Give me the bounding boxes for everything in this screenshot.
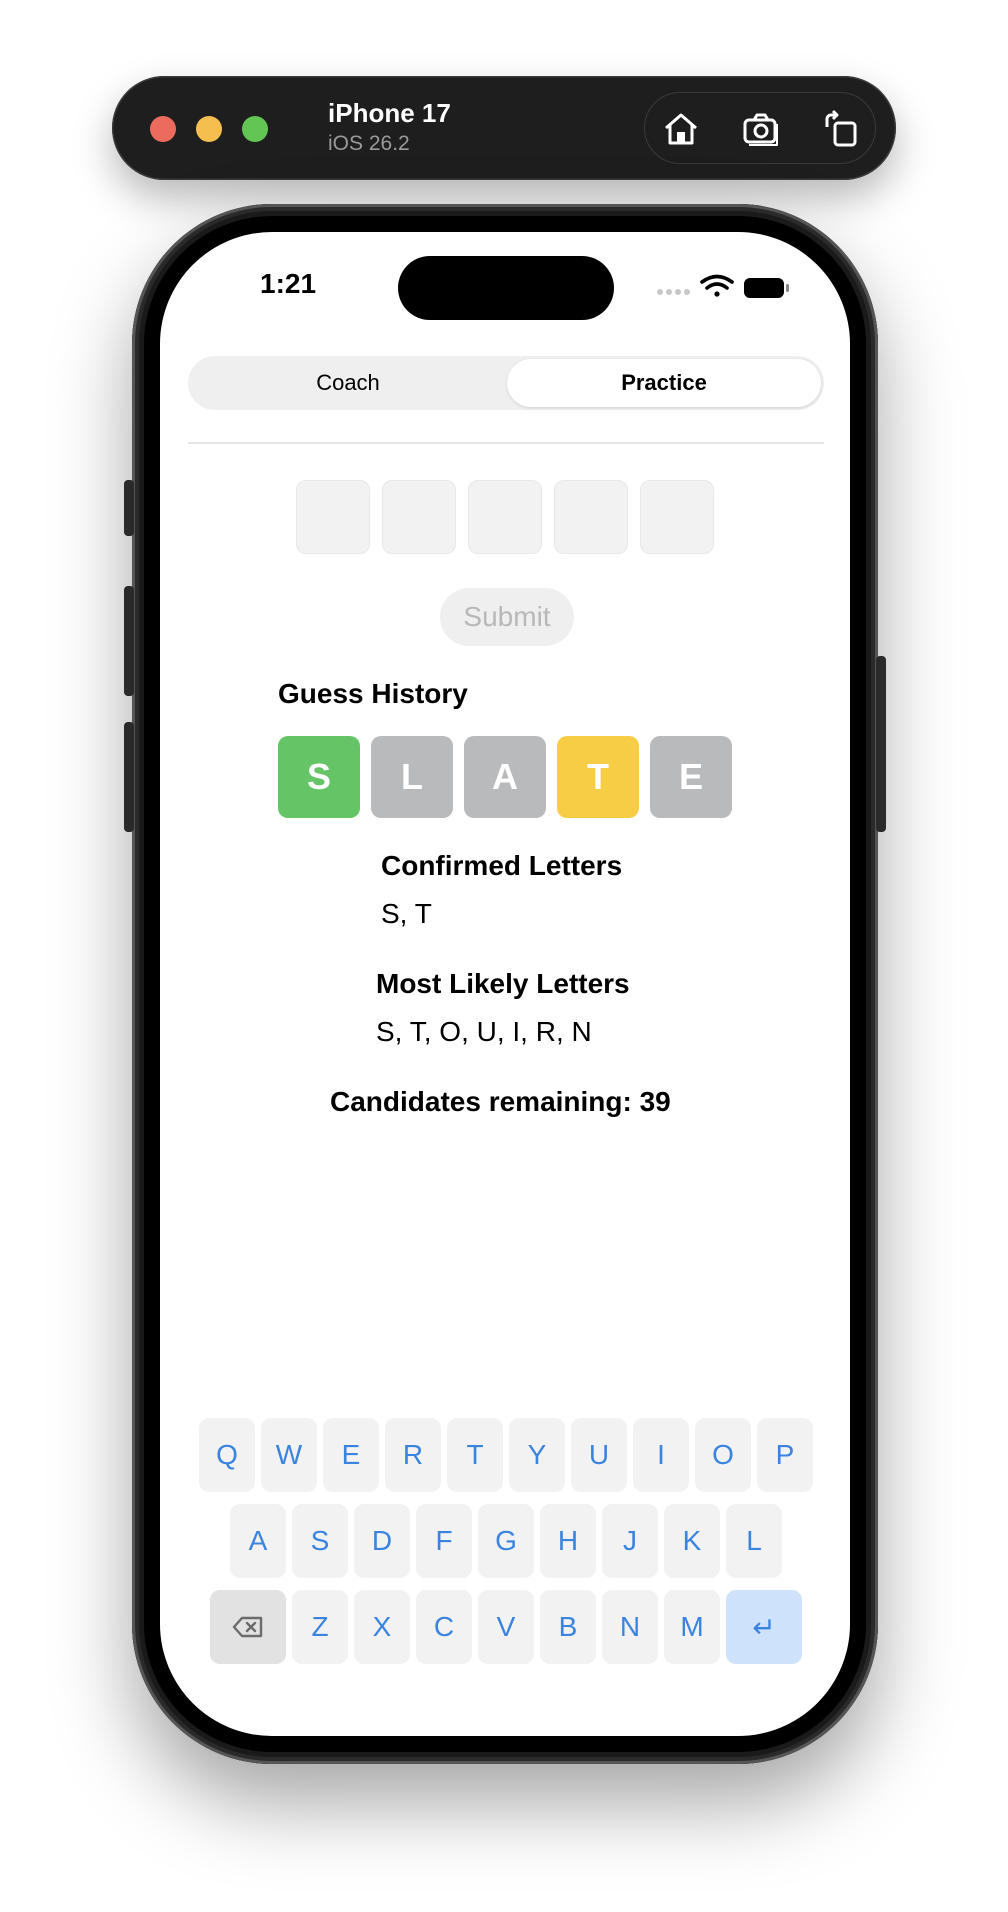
home-button[interactable] bbox=[659, 107, 703, 151]
guess-input-letter-4[interactable] bbox=[554, 480, 628, 554]
key-j[interactable]: J bbox=[602, 1504, 658, 1578]
rotate-icon bbox=[825, 109, 857, 147]
likely-letters-title: Most Likely Letters bbox=[376, 968, 630, 999]
key-t[interactable]: T bbox=[447, 1418, 503, 1492]
guess-input-letter-5[interactable] bbox=[640, 480, 714, 554]
confirmed-letters-value: S, T bbox=[381, 898, 432, 929]
minimize-window-button[interactable] bbox=[196, 116, 222, 142]
key-d[interactable]: D bbox=[354, 1504, 410, 1578]
close-window-button[interactable] bbox=[150, 116, 176, 142]
key-a[interactable]: A bbox=[230, 1504, 286, 1578]
signal-icon bbox=[657, 289, 690, 295]
history-tile: L bbox=[371, 736, 453, 818]
delete-left-icon bbox=[232, 1616, 263, 1638]
device-name: iPhone 17 bbox=[328, 98, 451, 128]
zoom-window-button[interactable] bbox=[242, 116, 268, 142]
key-g[interactable]: G bbox=[478, 1504, 534, 1578]
status-indicators bbox=[654, 272, 794, 302]
phone-screen: 1:21 Coach Practice Submit Guess History… bbox=[160, 232, 850, 1736]
tab-coach[interactable]: Coach bbox=[191, 359, 505, 407]
key-l[interactable]: L bbox=[726, 1504, 782, 1578]
simulator-stage: iPhone 17 iOS 26.2 1:21 Coach Practice S… bbox=[0, 0, 1008, 1912]
key-i[interactable]: I bbox=[633, 1418, 689, 1492]
simulator-tool-group bbox=[644, 92, 876, 164]
submit-button[interactable]: Submit bbox=[440, 588, 574, 646]
backspace-key[interactable] bbox=[210, 1590, 286, 1664]
key-f[interactable]: F bbox=[416, 1504, 472, 1578]
key-k[interactable]: K bbox=[664, 1504, 720, 1578]
camera-icon bbox=[743, 113, 778, 146]
key-h[interactable]: H bbox=[540, 1504, 596, 1578]
key-p[interactable]: P bbox=[757, 1418, 813, 1492]
guess-history-title: Guess History bbox=[278, 678, 468, 709]
key-o[interactable]: O bbox=[695, 1418, 751, 1492]
key-e[interactable]: E bbox=[323, 1418, 379, 1492]
volume-up-button bbox=[124, 586, 134, 696]
key-b[interactable]: B bbox=[540, 1590, 596, 1664]
status-time: 1:21 bbox=[260, 268, 317, 299]
action-button bbox=[124, 480, 134, 536]
history-tile: S bbox=[278, 736, 360, 818]
key-y[interactable]: Y bbox=[509, 1418, 565, 1492]
key-v[interactable]: V bbox=[478, 1590, 534, 1664]
home-icon bbox=[665, 113, 697, 145]
confirmed-letters-title: Confirmed Letters bbox=[381, 850, 623, 881]
dynamic-island bbox=[398, 256, 614, 320]
key-z[interactable]: Z bbox=[292, 1590, 348, 1664]
candidates-remaining: Candidates remaining: 39 bbox=[330, 1086, 671, 1117]
enter-key[interactable]: ↵ bbox=[726, 1590, 802, 1664]
tab-practice[interactable]: Practice bbox=[507, 359, 821, 407]
key-q[interactable]: Q bbox=[199, 1418, 255, 1492]
key-s[interactable]: S bbox=[292, 1504, 348, 1578]
key-x[interactable]: X bbox=[354, 1590, 410, 1664]
guess-input-letter-1[interactable] bbox=[296, 480, 370, 554]
key-r[interactable]: R bbox=[385, 1418, 441, 1492]
section-divider bbox=[188, 442, 824, 444]
key-w[interactable]: W bbox=[261, 1418, 317, 1492]
history-tile: E bbox=[650, 736, 732, 818]
rotate-button[interactable] bbox=[819, 107, 863, 151]
volume-down-button bbox=[124, 722, 134, 832]
simulator-toolbar: iPhone 17 iOS 26.2 bbox=[112, 76, 896, 180]
power-button bbox=[876, 656, 886, 832]
key-m[interactable]: M bbox=[664, 1590, 720, 1664]
battery-icon bbox=[744, 278, 789, 298]
screenshot-button[interactable] bbox=[739, 107, 783, 151]
guess-input-letter-3[interactable] bbox=[468, 480, 542, 554]
key-u[interactable]: U bbox=[571, 1418, 627, 1492]
guess-input-letter-2[interactable] bbox=[382, 480, 456, 554]
key-n[interactable]: N bbox=[602, 1590, 658, 1664]
wifi-icon bbox=[700, 274, 734, 297]
likely-letters-value: S, T, O, U, I, R, N bbox=[376, 1016, 592, 1047]
history-tile: T bbox=[557, 736, 639, 818]
device-os-version: iOS 26.2 bbox=[328, 132, 410, 155]
mode-segmented-control: Coach Practice bbox=[188, 356, 824, 410]
history-tile: A bbox=[464, 736, 546, 818]
key-c[interactable]: C bbox=[416, 1590, 472, 1664]
